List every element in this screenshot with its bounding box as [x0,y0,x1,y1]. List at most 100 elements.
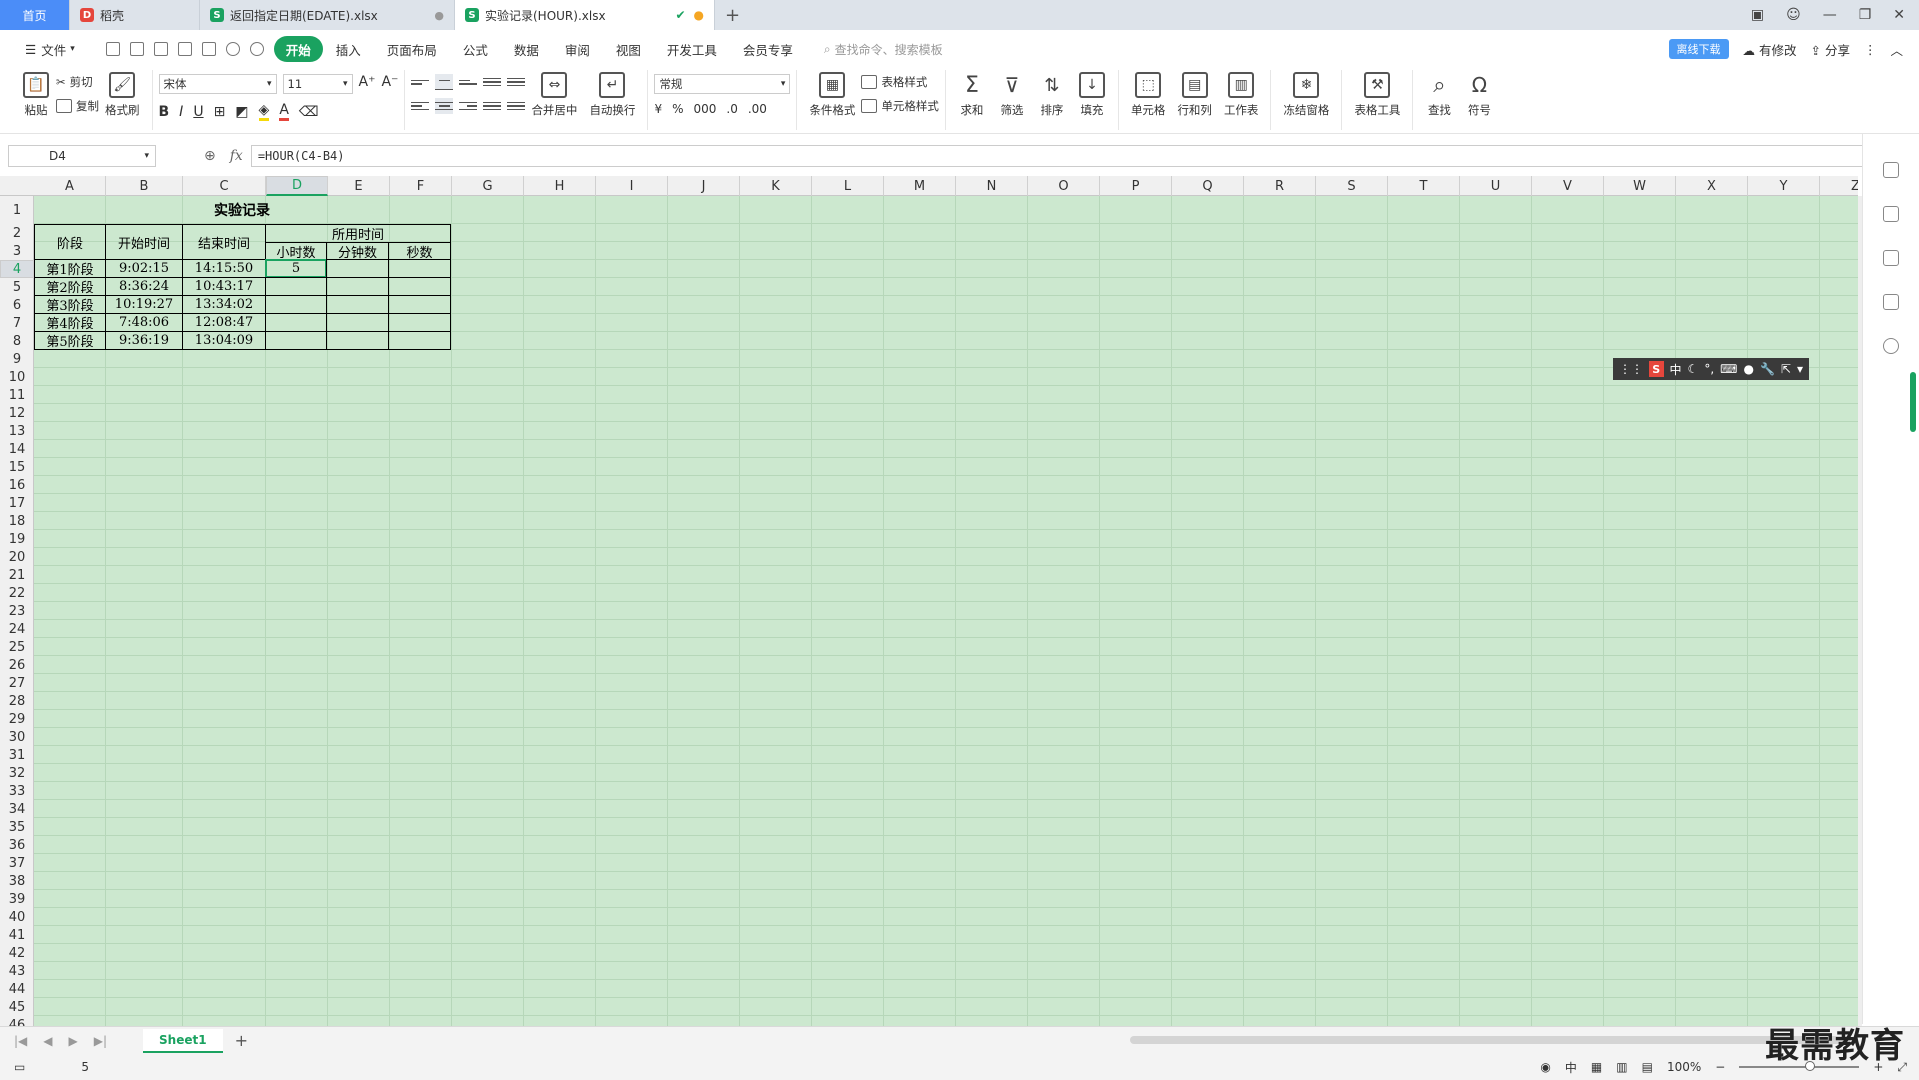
increase-decimal-icon[interactable]: .0 [726,102,737,116]
table-title[interactable]: 实验记录 [34,196,450,224]
row-header[interactable]: 2 [0,224,34,242]
table-tools-button[interactable]: ⚒ 表格工具 [1348,70,1406,118]
status-ime-lang[interactable]: 中 [1565,1059,1577,1076]
file-menu[interactable]: ☰ 文件 ▾ [12,36,88,62]
border-icon[interactable]: ⊞ [214,104,226,120]
column-header[interactable]: R [1244,176,1316,196]
print-preview-icon[interactable] [201,42,216,56]
bold-icon[interactable]: B [159,104,170,120]
row-header[interactable]: 1 [0,196,34,224]
name-box[interactable]: D4 ▾ [8,145,156,167]
row-header[interactable]: 35 [0,818,34,836]
table-cell-stage[interactable]: 第3阶段 [34,295,106,314]
row-header[interactable]: 36 [0,836,34,854]
increase-font-icon[interactable]: A⁺ [359,74,376,94]
keyboard-icon[interactable]: ⌨ [1720,362,1737,376]
menu-member[interactable]: 会员专享 [730,36,806,62]
collapse-ribbon-icon[interactable]: ︿ [1890,40,1903,59]
column-header[interactable]: J [668,176,740,196]
zoom-formula-icon[interactable]: ⊕ [204,148,216,164]
last-sheet-icon[interactable]: ▶| [94,1034,107,1048]
column-header[interactable]: L [812,176,884,196]
table-cell-minutes[interactable] [326,259,389,278]
page-layout-view-icon[interactable]: ▥ [1616,1060,1627,1074]
column-header[interactable]: Q [1172,176,1244,196]
column-header[interactable]: M [884,176,956,196]
italic-icon[interactable]: I [179,104,183,120]
row-header[interactable]: 31 [0,746,34,764]
page-break-view-icon[interactable]: ▤ [1642,1060,1653,1074]
cut-button[interactable]: ✂ 剪切 [56,74,99,90]
column-header[interactable]: N [956,176,1028,196]
decrease-font-icon[interactable]: A⁻ [381,74,398,94]
column-header[interactable]: F [390,176,452,196]
column-header[interactable]: T [1388,176,1460,196]
macro-icon[interactable]: ▭ [14,1060,25,1074]
worksheet-button[interactable]: ▥ 工作表 [1218,70,1265,118]
align-left-icon[interactable] [411,98,430,114]
table-cell-hours[interactable] [265,295,327,314]
menu-formulas[interactable]: 公式 [450,36,501,62]
header-hours[interactable]: 小时数 [265,242,327,261]
more-icon[interactable]: ⋮ [1864,42,1877,57]
freeze-panes-button[interactable]: ❄ 冻结窗格 [1277,70,1335,118]
header-start-time[interactable]: 开始时间 [105,224,183,260]
sum-button[interactable]: Σ 求和 [952,70,992,118]
horizontal-scrollbar[interactable] [1130,1036,1850,1044]
column-header[interactable]: A [34,176,106,196]
format-painter-button[interactable]: 🖌 格式刷 [99,70,146,118]
conditional-format-button[interactable]: ▦ 条件格式 [803,70,861,118]
table-cell-hours[interactable] [265,313,327,332]
menu-insert[interactable]: 插入 [323,36,374,62]
column-header[interactable]: W [1604,176,1676,196]
settings-sliders-icon[interactable] [1883,250,1899,266]
redo-icon[interactable] [249,42,264,56]
table-cell-end[interactable]: 13:04:09 [182,331,266,350]
column-header[interactable]: X [1676,176,1748,196]
table-cell-start[interactable]: 9:36:19 [105,331,183,350]
row-header[interactable]: 20 [0,548,34,566]
row-header[interactable]: 12 [0,404,34,422]
column-header[interactable]: C [183,176,266,196]
column-header[interactable]: U [1460,176,1532,196]
rocket-icon[interactable] [1883,162,1899,178]
row-header[interactable]: 6 [0,296,34,314]
table-cell-minutes[interactable] [326,277,389,296]
chevron-down-icon[interactable]: ▾ [1797,362,1803,376]
table-style-button[interactable]: 表格样式 [861,74,939,90]
header-seconds[interactable]: 秒数 [388,242,451,261]
help-icon[interactable] [1883,338,1899,354]
row-header[interactable]: 42 [0,944,34,962]
formula-input[interactable]: =HOUR(C4-B4) [250,145,1871,167]
normal-view-icon[interactable]: ▦ [1591,1060,1602,1074]
tab-daoke[interactable]: D 稻壳 [70,0,200,30]
punctuation-icon[interactable]: °, [1704,362,1714,376]
table-cell-stage[interactable]: 第5阶段 [34,331,106,350]
clear-format-icon[interactable]: ⌫ [299,104,319,120]
menu-home[interactable]: 开始 [273,36,323,62]
table-cell-end[interactable]: 12:08:47 [182,313,266,332]
align-right-icon[interactable] [459,98,478,114]
fill-button[interactable]: ↓ 填充 [1072,70,1112,118]
cloud-status[interactable]: ☁ 有修改 [1743,40,1797,59]
column-header[interactable]: O [1028,176,1100,196]
tab-home[interactable]: 首页 [0,0,70,30]
indent-decrease-icon[interactable] [483,74,502,90]
column-header[interactable]: S [1316,176,1388,196]
row-col-button[interactable]: ▤ 行和列 [1171,70,1218,118]
table-cell-stage[interactable]: 第2阶段 [34,277,106,296]
row-header[interactable]: 5 [0,278,34,296]
row-header[interactable]: 23 [0,602,34,620]
table-cell-stage[interactable]: 第1阶段 [34,259,106,278]
select-cursor-icon[interactable] [1883,206,1899,222]
table-cell-end[interactable]: 14:15:50 [182,259,266,278]
column-header[interactable]: G [452,176,524,196]
row-header[interactable]: 7 [0,314,34,332]
menu-data[interactable]: 数据 [501,36,552,62]
row-header[interactable]: 3 [0,242,34,260]
ime-lang[interactable]: 中 [1670,361,1682,378]
align-top-icon[interactable] [411,74,430,90]
row-header[interactable]: 44 [0,980,34,998]
row-header[interactable]: 24 [0,620,34,638]
new-icon[interactable] [105,42,120,56]
